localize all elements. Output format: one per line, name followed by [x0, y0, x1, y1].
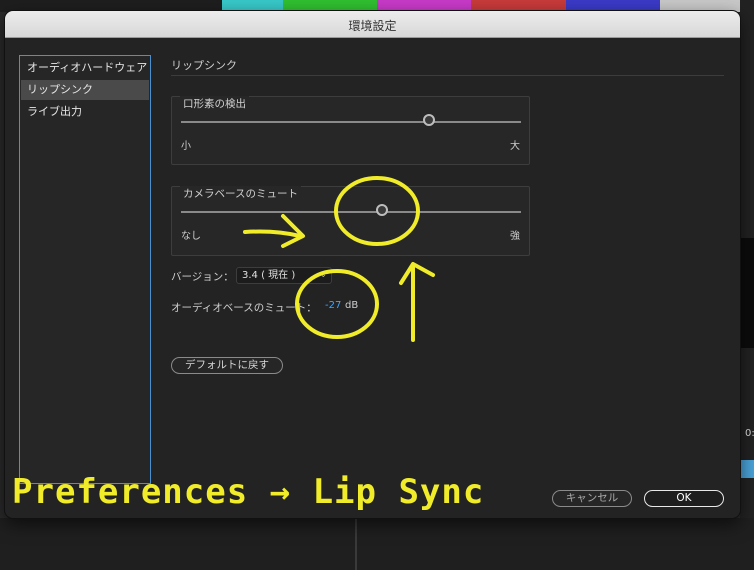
- camera-mute-group: カメラベースのミュート なし 強: [171, 186, 530, 256]
- preferences-sidebar: オーディオハードウェア リップシンク ライブ出力: [19, 55, 151, 484]
- restore-defaults-button[interactable]: デフォルトに戻す: [171, 357, 283, 374]
- annotation-caption: Preferences → Lip Sync: [12, 472, 485, 512]
- audio-mute-label: オーディオベースのミュート：: [171, 302, 317, 314]
- camera-mute-track[interactable]: [181, 211, 521, 213]
- sidebar-item-audio-hardware[interactable]: オーディオハードウェア: [21, 58, 149, 78]
- viseme-detection-track[interactable]: [181, 121, 521, 123]
- cancel-button[interactable]: キャンセル: [552, 490, 632, 507]
- camera-mute-slider-thumb[interactable]: [375, 204, 388, 216]
- audio-mute-value[interactable]: -27: [325, 300, 341, 311]
- preferences-dialog: 環境設定 オーディオハードウェア リップシンク ライブ出力 リップシンク 口形素…: [5, 11, 740, 518]
- background-timeline-bar: [740, 460, 754, 478]
- section-divider: [171, 75, 724, 76]
- viseme-min-label: 小: [181, 141, 191, 152]
- sidebar-item-lip-sync[interactable]: リップシンク: [21, 80, 149, 100]
- viseme-detection-slider-thumb[interactable]: [423, 114, 436, 126]
- camera-mute-label: カメラベースのミュート: [180, 186, 301, 201]
- background-timecode: 0:: [745, 428, 754, 439]
- chevron-down-icon: ⌄: [319, 270, 327, 280]
- background-timeline: [0, 518, 754, 570]
- camera-mute-max-label: 強: [510, 231, 520, 242]
- section-title: リップシンク: [171, 59, 237, 72]
- version-select[interactable]: 3.4 ( 現在 ) ⌄: [236, 267, 332, 284]
- viseme-detection-label: 口形素の検出: [180, 96, 249, 111]
- camera-mute-min-label: なし: [181, 231, 201, 242]
- viseme-max-label: 大: [510, 141, 520, 152]
- sidebar-item-live-output[interactable]: ライブ出力: [21, 102, 149, 122]
- dialog-titlebar[interactable]: 環境設定: [5, 11, 740, 38]
- version-select-value: 3.4 ( 現在 ): [242, 270, 296, 281]
- background-divider: [355, 518, 357, 570]
- audio-mute-unit: dB: [345, 300, 359, 311]
- viseme-detection-group: 口形素の検出 小 大: [171, 96, 530, 165]
- ok-button[interactable]: OK: [644, 490, 724, 507]
- background-monitor: [740, 238, 754, 348]
- version-label: バージョン：: [171, 271, 234, 283]
- dialog-title: 環境設定: [348, 19, 397, 33]
